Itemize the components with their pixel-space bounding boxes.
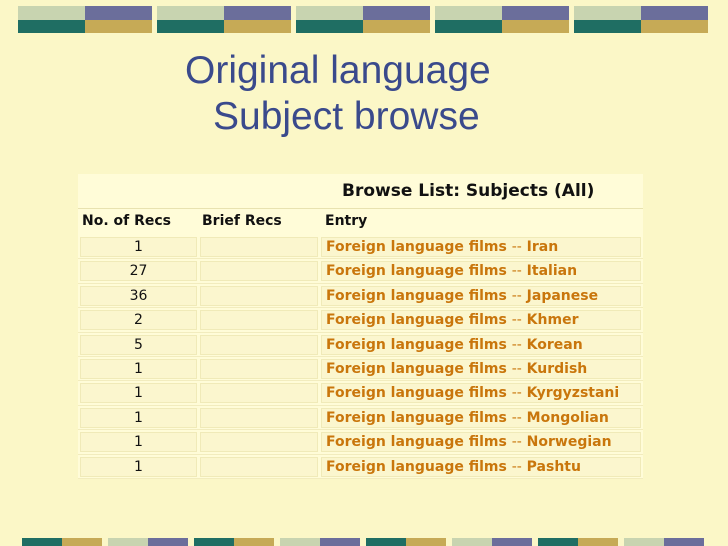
browse-list-panel: Browse List: Subjects (All) No. of Recs …: [78, 174, 643, 479]
brief-recs-cell[interactable]: [200, 310, 318, 331]
subject-entry-link[interactable]: Foreign language films -- Mongolian: [321, 407, 641, 428]
record-count: 1: [80, 237, 197, 257]
record-count: 1: [80, 358, 197, 379]
subject-subdivision: Iran: [526, 239, 559, 255]
subject-heading: Foreign language films: [326, 239, 507, 255]
table-row: 1 Foreign language films -- Kyrgyzstani: [78, 381, 643, 406]
subject-subdivision: Japanese: [526, 287, 599, 304]
table-row: 2 Foreign language films -- Khmer: [78, 308, 643, 333]
subject-separator: --: [511, 239, 522, 255]
subject-entry-link[interactable]: Foreign language films -- Khmer: [321, 310, 641, 331]
subject-subdivision: Korean: [526, 336, 583, 353]
subject-entry-link[interactable]: Foreign language films -- Japanese: [321, 285, 641, 306]
subject-entry-link[interactable]: Foreign language films -- Kyrgyzstani: [321, 383, 641, 404]
record-count: 27: [80, 261, 197, 282]
subject-heading: Foreign language films: [326, 360, 507, 377]
brief-recs-cell[interactable]: [200, 261, 318, 282]
subject-separator: --: [511, 287, 522, 304]
subject-heading: Foreign language films: [326, 287, 507, 304]
slide-title-line2: Subject browse: [213, 95, 480, 138]
record-count: 1: [80, 407, 197, 428]
column-header-brief-recs: Brief Recs: [202, 213, 282, 229]
subject-entry-link[interactable]: Foreign language films -- Korean: [321, 334, 641, 355]
subject-entry-link[interactable]: Foreign language films -- Pashtu: [321, 456, 641, 477]
table-row: 1 Foreign language films -- Mongolian: [78, 406, 643, 431]
table-row: 36 Foreign language films -- Japanese: [78, 284, 643, 309]
subject-heading: Foreign language films: [326, 458, 507, 475]
subject-entry-link[interactable]: Foreign language films -- Norwegian: [321, 432, 641, 453]
record-count: 36: [80, 285, 197, 306]
brief-recs-cell[interactable]: [200, 456, 318, 477]
subject-separator: --: [511, 336, 522, 353]
brief-recs-cell[interactable]: [200, 383, 318, 404]
subject-subdivision: Kurdish: [526, 360, 588, 377]
subject-subdivision: Italian: [526, 263, 578, 280]
deco-tile-group: [574, 6, 708, 33]
deco-tile-group: [157, 6, 291, 33]
subject-heading: Foreign language films: [326, 312, 507, 329]
brief-recs-cell[interactable]: [200, 407, 318, 428]
deco-tile-group: [18, 6, 152, 33]
subject-heading: Foreign language films: [326, 336, 507, 353]
subject-subdivision: Pashtu: [526, 458, 581, 475]
subject-subdivision: Kyrgyzstani: [526, 385, 620, 402]
subject-heading: Foreign language films: [326, 263, 507, 280]
subject-heading: Foreign language films: [326, 434, 507, 451]
column-header-entry: Entry: [325, 213, 368, 229]
record-count: 5: [80, 334, 197, 355]
subject-separator: --: [511, 312, 522, 329]
subject-subdivision: Norwegian: [526, 434, 612, 451]
subject-separator: --: [511, 458, 522, 475]
record-count: 2: [80, 310, 197, 331]
column-header-no-of-recs: No. of Recs: [82, 213, 172, 229]
deco-tile-group: [296, 6, 430, 33]
record-count: 1: [80, 432, 197, 453]
brief-recs-cell[interactable]: [200, 237, 318, 257]
subject-entry-link[interactable]: Foreign language films -- Iran: [321, 237, 641, 257]
browse-list-rows: 1 Foreign language films -- Iran 27 Fore…: [78, 235, 643, 479]
record-count: 1: [80, 383, 197, 404]
table-row: 1 Foreign language films -- Pashtu: [78, 455, 643, 479]
record-count: 1: [80, 456, 197, 477]
browse-list-header: Browse List: Subjects (All): [78, 174, 643, 209]
subject-entry-link[interactable]: Foreign language films -- Italian: [321, 261, 641, 282]
brief-recs-cell[interactable]: [200, 334, 318, 355]
subject-entry-link[interactable]: Foreign language films -- Kurdish: [321, 358, 641, 379]
subject-subdivision: Mongolian: [526, 409, 609, 426]
table-row: 5 Foreign language films -- Korean: [78, 333, 643, 357]
slide-title-line1: Original language: [185, 49, 491, 92]
browse-list-title: Browse List: Subjects (All): [342, 181, 595, 201]
table-row: 1 Foreign language films -- Kurdish: [78, 357, 643, 382]
subject-separator: --: [511, 409, 522, 426]
table-row: 1 Foreign language films -- Norwegian: [78, 430, 643, 455]
subject-heading: Foreign language films: [326, 409, 507, 426]
subject-subdivision: Khmer: [526, 312, 579, 329]
subject-separator: --: [511, 360, 522, 377]
brief-recs-cell[interactable]: [200, 358, 318, 379]
subject-separator: --: [511, 434, 522, 451]
subject-separator: --: [511, 263, 522, 280]
brief-recs-cell[interactable]: [200, 285, 318, 306]
slide-title: Original language Subject browse: [185, 48, 491, 140]
brief-recs-cell[interactable]: [200, 432, 318, 453]
table-row: 27 Foreign language films -- Italian: [78, 259, 643, 284]
bottom-decoration: [0, 538, 728, 546]
deco-tile-group: [435, 6, 569, 33]
subject-heading: Foreign language films: [326, 385, 507, 402]
subject-separator: --: [511, 385, 522, 402]
table-row: 1 Foreign language films -- Iran: [78, 235, 643, 260]
